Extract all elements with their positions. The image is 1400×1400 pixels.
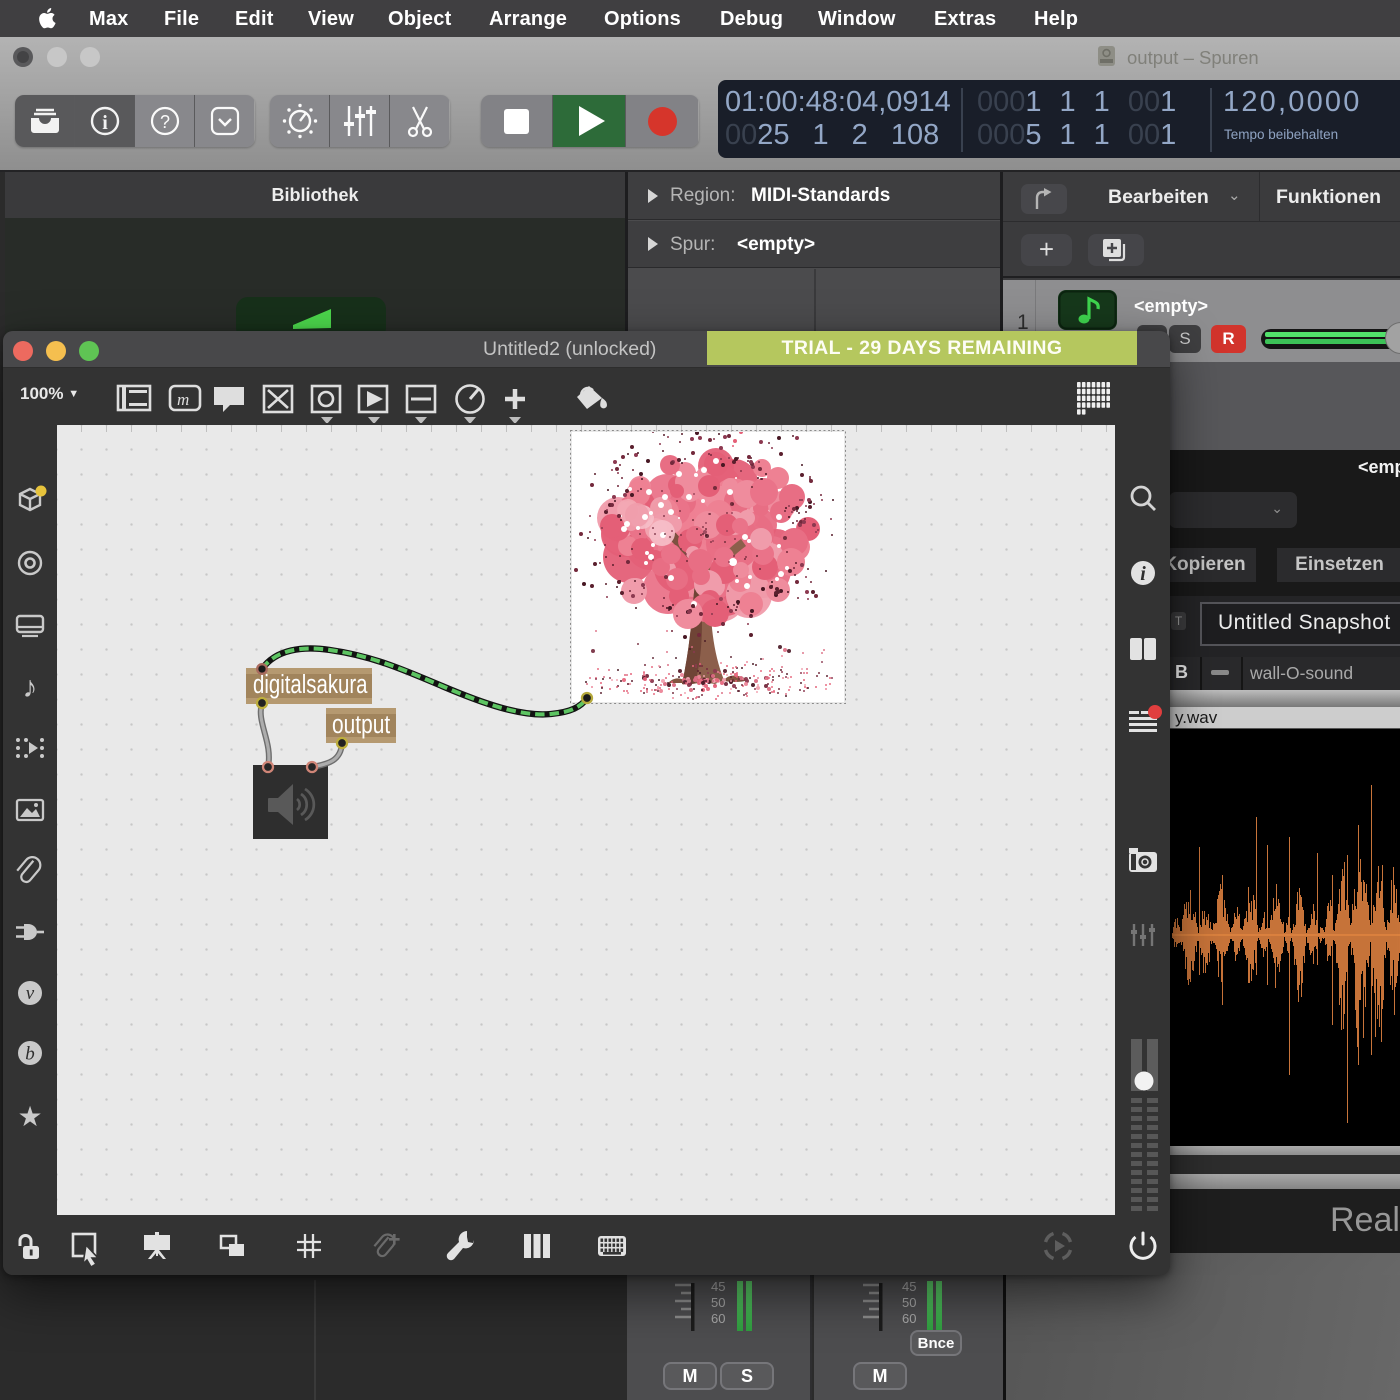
svg-text:i: i xyxy=(1140,563,1146,585)
svg-text:m: m xyxy=(177,390,189,409)
svg-text:?: ? xyxy=(159,112,169,132)
svg-text:v: v xyxy=(26,983,35,1004)
svg-text:★: ★ xyxy=(17,1101,42,1132)
svg-text:♪: ♪ xyxy=(23,671,38,704)
svg-text:i: i xyxy=(102,112,108,134)
svg-text:b: b xyxy=(25,1044,35,1065)
